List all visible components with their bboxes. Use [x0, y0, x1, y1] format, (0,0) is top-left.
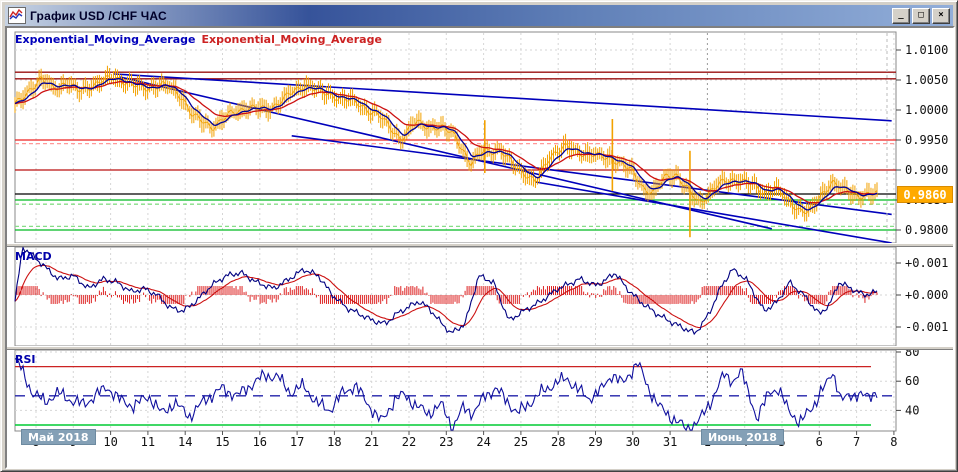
svg-text:30: 30: [626, 435, 640, 449]
svg-text:23: 23: [439, 435, 453, 449]
svg-text:1.0100: 1.0100: [905, 43, 948, 57]
title-bar[interactable]: График USD /CHF ЧАС _ □ ×: [5, 5, 953, 26]
app-window: График USD /CHF ЧАС _ □ × 89101114151617…: [0, 0, 958, 472]
svg-text:28: 28: [551, 435, 565, 449]
minimize-button[interactable]: _: [892, 8, 910, 24]
chart-client-area: 8910111415161718212223242528293031145678…: [5, 26, 955, 469]
chart-canvas[interactable]: 8910111415161718212223242528293031145678…: [7, 28, 953, 467]
chart-icon[interactable]: [8, 7, 26, 24]
svg-text:18: 18: [327, 435, 341, 449]
svg-text:25: 25: [514, 435, 528, 449]
svg-text:11: 11: [141, 435, 155, 449]
svg-text:-0.001: -0.001: [905, 320, 948, 334]
svg-text:0.9950: 0.9950: [905, 133, 948, 147]
svg-text:8: 8: [890, 435, 897, 449]
svg-text:6: 6: [816, 435, 823, 449]
ema-red-legend: Exponential_Moving_Average: [201, 33, 381, 46]
window-title: График USD /CHF ЧАС: [30, 9, 167, 23]
macd-panel-label: MACD: [15, 250, 52, 263]
svg-text:40: 40: [905, 403, 919, 417]
svg-text:7: 7: [853, 435, 860, 449]
svg-text:29: 29: [588, 435, 602, 449]
svg-text:31: 31: [663, 435, 677, 449]
ema-blue-legend: Exponential_Moving_Average: [15, 33, 195, 46]
svg-text:0.9900: 0.9900: [905, 163, 948, 177]
svg-text:1.0000: 1.0000: [905, 103, 948, 117]
svg-text:60: 60: [905, 374, 919, 388]
month-label-may: Май 2018: [21, 429, 96, 445]
svg-text:16: 16: [253, 435, 267, 449]
svg-text:+0.000: +0.000: [905, 288, 948, 302]
svg-text:17: 17: [290, 435, 304, 449]
svg-text:0.9800: 0.9800: [905, 223, 948, 237]
maximize-button[interactable]: □: [912, 8, 930, 24]
close-button[interactable]: ×: [932, 8, 950, 24]
svg-text:21: 21: [364, 435, 378, 449]
month-label-june: Июнь 2018: [701, 429, 784, 445]
svg-text:1.0050: 1.0050: [905, 73, 948, 87]
svg-text:22: 22: [402, 435, 416, 449]
current-price-tag: 0.9860: [897, 186, 953, 203]
svg-text:14: 14: [178, 435, 192, 449]
svg-text:+0.001: +0.001: [905, 256, 948, 270]
svg-text:10: 10: [103, 435, 117, 449]
indicator-legend: Exponential_Moving_Average Exponential_Mo…: [15, 33, 382, 46]
svg-text:15: 15: [215, 435, 229, 449]
rsi-panel-label: RSI: [15, 353, 36, 366]
svg-text:24: 24: [476, 435, 490, 449]
